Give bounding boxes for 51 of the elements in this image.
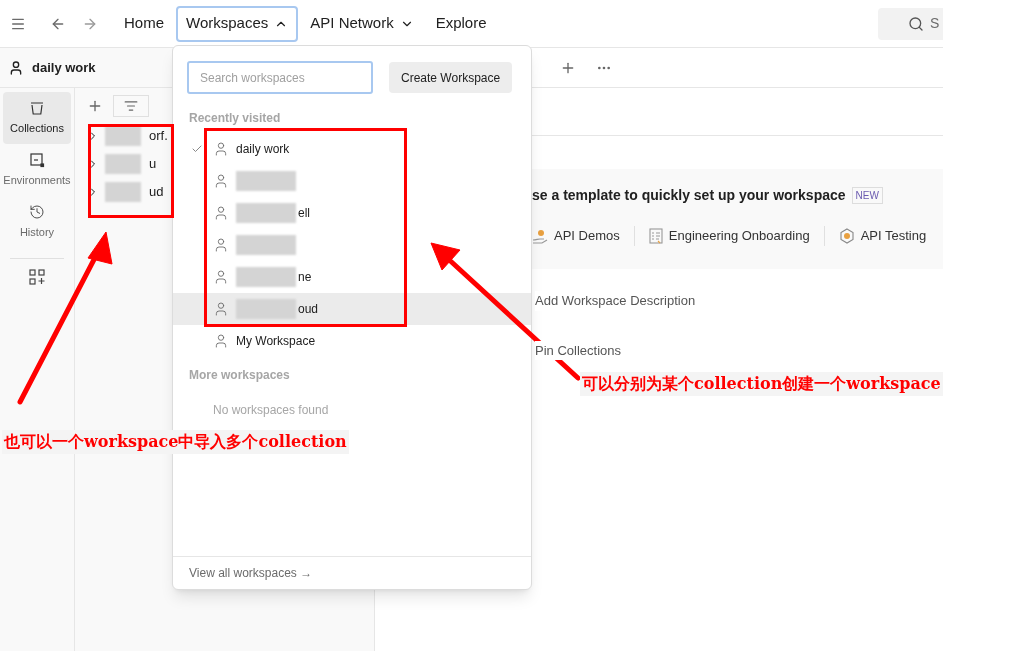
new-badge: NEW (851, 187, 883, 204)
search-field[interactable]: S (878, 7, 943, 40)
collection-item[interactable]: orf. (87, 122, 168, 150)
user-icon (213, 269, 229, 285)
checklist-icon (648, 227, 663, 244)
collection-item[interactable]: u (87, 150, 157, 178)
create-workspace-button[interactable]: Create Workspace (389, 62, 513, 93)
template-link[interactable]: API Demos (554, 226, 620, 246)
collection-item[interactable]: ud (87, 178, 164, 206)
nav-tab[interactable]: Workspaces (176, 5, 299, 42)
template-heading: se a template to quickly set up your workspace (532, 186, 846, 205)
user-icon (213, 333, 229, 349)
workspace-name: daily work (32, 58, 96, 77)
workspace-item[interactable]: daily work (173, 133, 531, 165)
user-icon (213, 237, 229, 253)
section-heading: More workspaces (188, 367, 291, 384)
user-icon (213, 141, 229, 157)
filter-button[interactable] (113, 95, 149, 117)
sidebar-tab[interactable]: History (3, 196, 71, 248)
search-icon (908, 15, 924, 32)
add-icon[interactable] (87, 98, 103, 114)
hand-icon (532, 227, 548, 244)
user-icon (8, 59, 24, 76)
workspace-item[interactable]: ell (173, 197, 531, 229)
nav-tab[interactable]: API Network (300, 5, 424, 42)
grid-plus-icon[interactable] (29, 269, 45, 285)
nav-tab[interactable]: Explore (425, 5, 497, 42)
annotation-note: 也可以一个workspace中导入多个collection (2, 430, 349, 454)
workspace-action[interactable]: Pin Collections (535, 340, 621, 360)
section-heading: Recently visited (188, 110, 282, 127)
user-icon (213, 301, 229, 317)
filter-icon (124, 99, 138, 113)
template-link[interactable]: Engineering Onboarding (668, 226, 810, 246)
user-icon (213, 173, 229, 189)
view-all-link[interactable]: View all workspaces → (189, 564, 313, 582)
annotation-note: 可以分别为某个collection创建一个workspace (580, 372, 943, 396)
hexagon-gear-icon (838, 227, 855, 244)
template-link[interactable]: API Testing (860, 226, 927, 246)
history-icon (29, 203, 45, 220)
workspace-item[interactable]: oud (173, 293, 531, 325)
bin-icon (29, 99, 45, 116)
environment-icon (29, 151, 45, 168)
workspace-item[interactable]: My Workspace (173, 325, 531, 357)
workspace-search-field[interactable]: Search workspaces (187, 61, 373, 94)
sidebar-tab[interactable]: Collections (3, 92, 71, 144)
nav-tab[interactable]: Home (114, 5, 174, 42)
sidebar-tab[interactable]: Environments (3, 144, 71, 196)
workspace-item[interactable]: ne (173, 261, 531, 293)
user-icon (213, 205, 229, 221)
empty-message: No workspaces found (212, 402, 330, 419)
search-placeholder: S (930, 14, 940, 33)
